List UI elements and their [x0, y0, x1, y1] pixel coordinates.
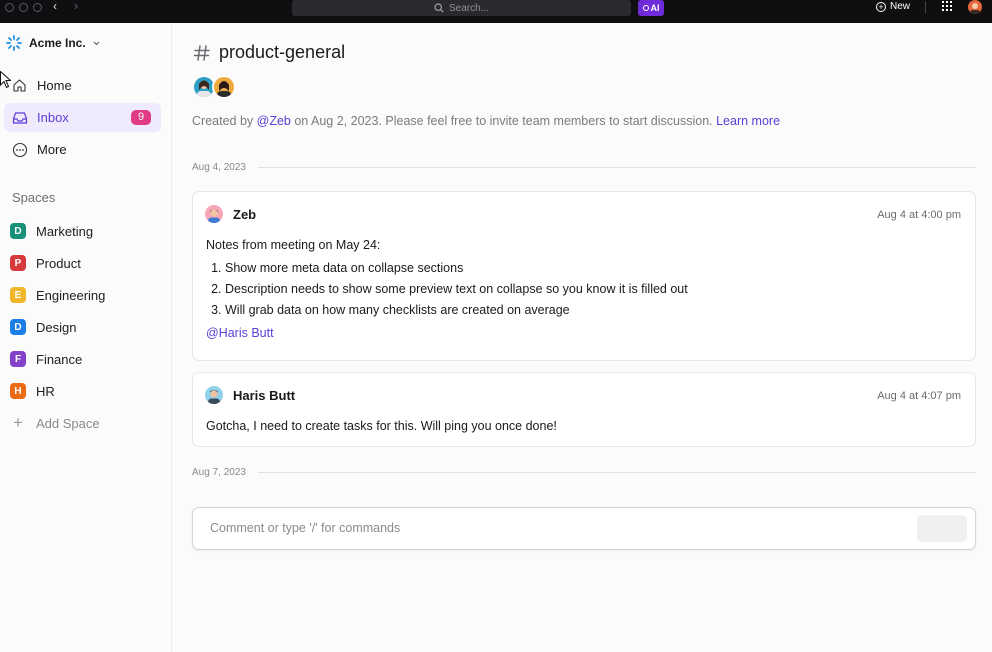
comment-composer[interactable] [192, 507, 976, 550]
space-item-finance[interactable]: F Finance [10, 349, 82, 369]
divider [257, 166, 976, 168]
space-avatar: F [10, 351, 26, 367]
space-item-hr[interactable]: H HR [10, 381, 55, 401]
space-label: Finance [36, 351, 83, 367]
list-item: Description needs to show some preview t… [225, 282, 688, 297]
space-avatar: E [10, 287, 26, 303]
home-icon [11, 77, 28, 94]
space-label: Product [36, 255, 81, 271]
intro-text: on Aug 2, 2023. Please feel free to invi… [290, 114, 717, 128]
message-body: Notes from meeting on May 24: Show more … [206, 238, 688, 340]
message-author: Zeb [205, 205, 256, 223]
message-timestamp: Aug 4 at 4:07 pm [877, 390, 961, 402]
date-separator: Aug 4, 2023 [192, 161, 976, 173]
message-text: Notes from meeting on May 24: [206, 238, 381, 252]
hashtag-icon [193, 44, 210, 61]
forward-arrow-icon[interactable]: › [74, 0, 78, 13]
global-search[interactable]: Search... [292, 0, 631, 16]
sidebar-item-label: Home [37, 78, 72, 93]
space-item-marketing[interactable]: D Marketing [10, 221, 93, 241]
divider [925, 1, 926, 13]
ai-icon [642, 5, 649, 11]
sidebar-item-home[interactable]: Home [4, 71, 161, 100]
sidebar-item-label: Inbox [37, 110, 69, 125]
author-name[interactable]: Zeb [233, 207, 256, 222]
spaces-heading: Spaces [12, 190, 56, 205]
space-label: HR [36, 383, 55, 399]
member-avatar[interactable] [212, 75, 236, 99]
workspace-switcher[interactable]: Acme Inc. [6, 35, 100, 51]
space-label: Marketing [36, 223, 94, 239]
search-icon [434, 3, 444, 13]
list-item: Will grab data on how many checklists ar… [225, 303, 688, 318]
plus-icon: + [13, 413, 23, 432]
inbox-icon [11, 109, 28, 126]
window-close-button[interactable] [5, 3, 14, 12]
channel-header: product-general [193, 42, 345, 63]
chevron-down-icon [93, 41, 100, 45]
message-timestamp: Aug 4 at 4:00 pm [877, 209, 961, 221]
space-avatar: P [10, 255, 26, 271]
sidebar: Acme Inc. Home Inbox 9 More Spaces D Mar… [0, 23, 172, 652]
divider [257, 471, 976, 473]
creator-mention[interactable]: @Zeb [257, 114, 291, 128]
message-list: Show more meta data on collapse sections… [206, 261, 688, 318]
message-author: Haris Butt [205, 386, 295, 404]
author-avatar[interactable] [205, 205, 223, 223]
message-card[interactable]: Haris Butt Aug 4 at 4:07 pm Gotcha, I ne… [192, 372, 976, 447]
space-avatar: H [10, 383, 26, 399]
space-item-product[interactable]: P Product [10, 253, 81, 273]
title-bar: ‹ › Search... AI + New [0, 0, 992, 23]
author-avatar[interactable] [205, 386, 223, 404]
sidebar-item-more[interactable]: More [4, 135, 161, 164]
space-label: Design [36, 319, 77, 335]
user-mention[interactable]: @Haris Butt [206, 326, 688, 340]
channel-name: product-general [219, 42, 346, 62]
sidebar-item-inbox[interactable]: Inbox 9 [4, 103, 161, 132]
user-avatar[interactable] [968, 0, 982, 14]
inbox-count-badge: 9 [131, 110, 151, 125]
channel-view: product-general Created by @Zeb on Aug 2… [173, 23, 992, 652]
new-button[interactable]: + New [876, 0, 910, 13]
send-button[interactable] [917, 515, 967, 542]
message-card[interactable]: Zeb Aug 4 at 4:00 pm Notes from meeting … [192, 191, 976, 361]
more-dots-icon [11, 141, 28, 158]
back-arrow-icon[interactable]: ‹ [53, 0, 57, 13]
window-maximize-button[interactable] [33, 3, 42, 12]
learn-more-link[interactable]: Learn more [716, 114, 780, 128]
channel-intro: Created by @Zeb on Aug 2, 2023. Please f… [192, 114, 780, 128]
comment-input[interactable] [210, 521, 890, 535]
list-item: Show more meta data on collapse sections [225, 261, 688, 276]
workspace-name: Acme Inc. [29, 36, 86, 50]
date-label: Aug 4, 2023 [192, 161, 246, 173]
member-avatars[interactable] [192, 75, 236, 99]
space-avatar: D [10, 223, 26, 239]
author-name[interactable]: Haris Butt [233, 388, 295, 403]
apps-grid-icon[interactable] [942, 1, 952, 11]
mouse-cursor-icon [0, 71, 11, 89]
intro-text: Created by [192, 114, 257, 128]
window-minimize-button[interactable] [19, 3, 28, 12]
workspace-logo-icon [6, 35, 22, 51]
search-placeholder: Search... [448, 2, 490, 14]
ai-label: AI [650, 3, 660, 13]
plus-circle-icon: + [876, 1, 886, 12]
space-item-design[interactable]: D Design [10, 317, 76, 337]
message-body: Gotcha, I need to create tasks for this.… [206, 419, 557, 433]
date-label: Aug 7, 2023 [192, 466, 246, 478]
add-space-button[interactable]: + Add Space [10, 413, 100, 433]
ai-button[interactable]: AI [638, 0, 664, 16]
new-label: New [890, 1, 911, 12]
add-space-label: Add Space [36, 415, 100, 431]
space-label: Engineering [36, 287, 106, 303]
space-avatar: D [10, 319, 26, 335]
message-text: Gotcha, I need to create tasks for this.… [206, 419, 557, 433]
sidebar-item-label: More [37, 142, 67, 157]
date-separator: Aug 7, 2023 [192, 466, 976, 478]
space-item-engineering[interactable]: E Engineering [10, 285, 105, 305]
